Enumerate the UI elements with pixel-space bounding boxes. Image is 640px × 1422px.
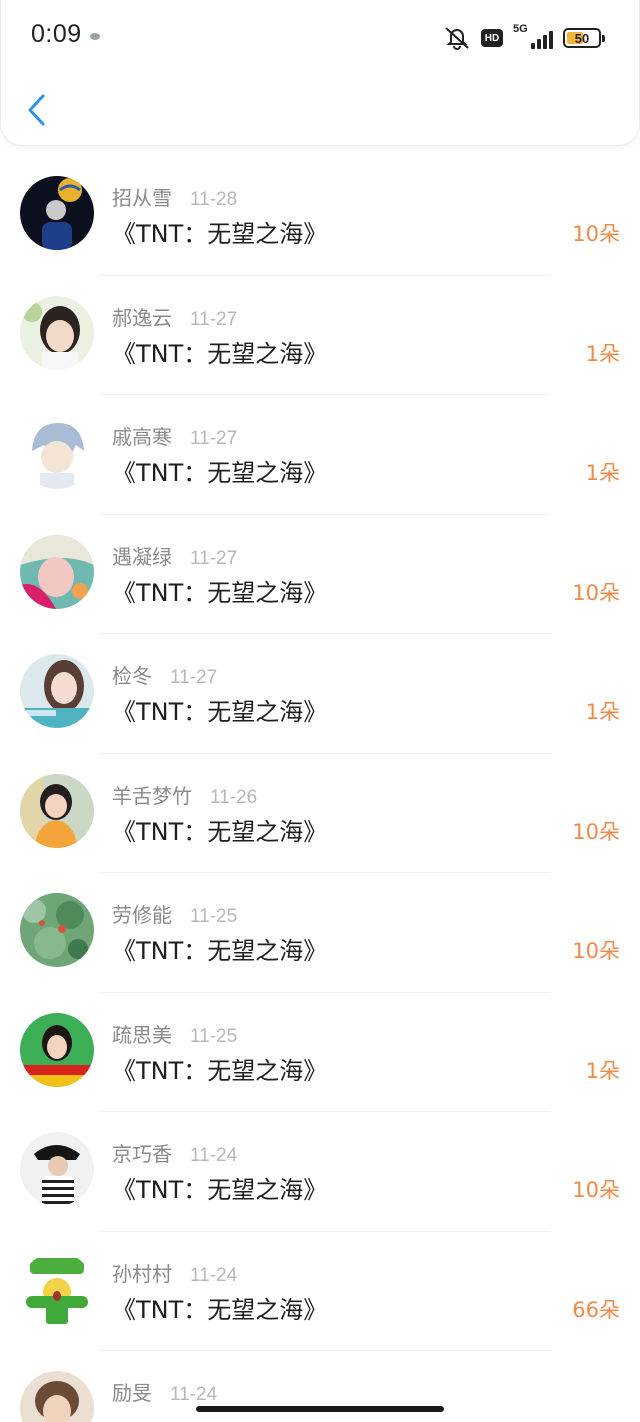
record-date: 11-26 (210, 786, 258, 808)
network-type: 5G (513, 23, 528, 35)
flower-amount: 10朵 (572, 939, 620, 963)
user-name: 郝逸云 (112, 305, 172, 330)
book-title: 《TNT：无望之海》 (112, 817, 328, 846)
user-name: 京巧香 (112, 1142, 172, 1166)
list-item[interactable]: 京巧香 11-24 《TNT：无望之海》 10朵 (0, 1112, 640, 1232)
flower-amount: 1朵 (585, 341, 620, 366)
avatar[interactable] (20, 654, 94, 728)
avatar-image (20, 1371, 94, 1422)
flower-amount: 1朵 (585, 461, 620, 485)
avatar[interactable] (20, 415, 94, 489)
avatar[interactable] (20, 1012, 94, 1087)
list-item[interactable]: 郝逸云 11-27 《TNT：无望之海》 1朵 (0, 276, 640, 395)
avatar[interactable] (20, 295, 94, 370)
avatar-image (20, 1012, 94, 1087)
user-name: 招从雪 (112, 186, 172, 210)
avatar-image (20, 1132, 94, 1206)
top-bar: 0:09 HD 5G 50 (0, 0, 640, 146)
mute-icon (445, 27, 469, 50)
avatar-image (20, 295, 94, 370)
record-date: 11-27 (190, 308, 238, 330)
flower-amount: 66朵 (572, 1297, 620, 1322)
book-title: 《TNT：无望之海》 (112, 937, 328, 965)
list-item[interactable]: 劳修能 11-25 《TNT：无望之海》 10朵 (0, 873, 640, 993)
back-button[interactable] (23, 88, 53, 132)
list-item[interactable]: 遇凝绿 11-27 《TNT：无望之海》 10朵 (0, 515, 640, 634)
user-name: 遇凝绿 (112, 544, 172, 569)
book-title: 《TNT：无望之海》 (112, 459, 328, 487)
hd-icon: HD (481, 29, 503, 47)
list-item[interactable]: 疏思美 11-25 《TNT：无望之海》 1朵 (0, 993, 640, 1112)
book-title: 《TNT：无望之海》 (112, 578, 328, 607)
avatar-image (20, 893, 94, 967)
book-title: 《TNT：无望之海》 (112, 1176, 328, 1204)
list-item[interactable]: 检冬 11-27 《TNT：无望之海》 1朵 (0, 634, 640, 754)
record-date: 11-25 (190, 906, 238, 927)
user-name: 检冬 (112, 664, 152, 688)
status-time: 0:09 (31, 20, 82, 48)
user-name: 疏思美 (112, 1022, 172, 1047)
list-item[interactable]: 羊舌梦竹 11-26 《TNT：无望之海》 10朵 (0, 754, 640, 873)
book-title: 《TNT：无望之海》 (112, 339, 328, 368)
avatar[interactable] (20, 1371, 94, 1422)
flower-amount: 1朵 (585, 1058, 620, 1083)
battery-level: 50 (574, 30, 590, 46)
avatar[interactable] (20, 1132, 94, 1206)
user-name: 戚高寒 (112, 425, 172, 449)
flower-amount: 1朵 (585, 700, 620, 724)
record-date: 11-27 (170, 667, 218, 688)
avatar-image (20, 176, 94, 250)
avatar-image (20, 1251, 94, 1326)
notification-dot-icon (90, 33, 100, 40)
avatar-image (20, 654, 94, 728)
record-date: 11-25 (190, 1025, 238, 1047)
chevron-left-icon (28, 94, 45, 126)
record-date: 11-27 (190, 547, 238, 569)
list-item[interactable]: 戚高寒 11-27 《TNT：无望之海》 1朵 (0, 395, 640, 515)
record-date: 11-24 (170, 1384, 218, 1405)
avatar[interactable] (20, 534, 94, 609)
record-date: 11-24 (190, 1145, 238, 1166)
user-name: 励旻 (112, 1381, 152, 1405)
avatar-image (20, 773, 94, 848)
gift-list-screen: 0:09 HD 5G 50 招从雪 11-28 《TNT：无望之海》 10朵 郝… (0, 0, 640, 1422)
user-name: 劳修能 (112, 903, 172, 927)
avatar-image (20, 415, 94, 489)
signal-icon: 5G (513, 23, 553, 51)
user-name: 孙村村 (112, 1261, 172, 1286)
battery-icon: 50 (563, 28, 605, 48)
record-date: 11-28 (190, 189, 238, 210)
book-title: 《TNT：无望之海》 (112, 698, 328, 726)
gift-record-list: 招从雪 11-28 《TNT：无望之海》 10朵 郝逸云 11-27 《TNT：… (0, 156, 640, 1422)
flower-amount: 10朵 (572, 819, 620, 844)
home-indicator[interactable] (196, 1406, 444, 1412)
book-title: 《TNT：无望之海》 (112, 220, 328, 248)
user-name: 羊舌梦竹 (112, 783, 192, 808)
avatar[interactable] (20, 1251, 94, 1326)
flower-amount: 10朵 (572, 1178, 620, 1202)
avatar[interactable] (20, 893, 94, 967)
avatar[interactable] (20, 773, 94, 848)
flower-amount: 10朵 (572, 222, 620, 246)
book-title: 《TNT：无望之海》 (112, 1056, 328, 1085)
book-title: 《TNT：无望之海》 (112, 1295, 328, 1324)
record-date: 11-24 (190, 1264, 238, 1286)
avatar-image (20, 534, 94, 609)
list-item[interactable]: 孙村村 11-24 《TNT：无望之海》 66朵 (0, 1232, 640, 1351)
avatar[interactable] (20, 176, 94, 250)
record-date: 11-27 (190, 428, 238, 449)
flower-amount: 10朵 (572, 580, 620, 605)
list-item[interactable]: 招从雪 11-28 《TNT：无望之海》 10朵 (0, 156, 640, 276)
status-icons: HD 5G 50 (443, 23, 605, 52)
